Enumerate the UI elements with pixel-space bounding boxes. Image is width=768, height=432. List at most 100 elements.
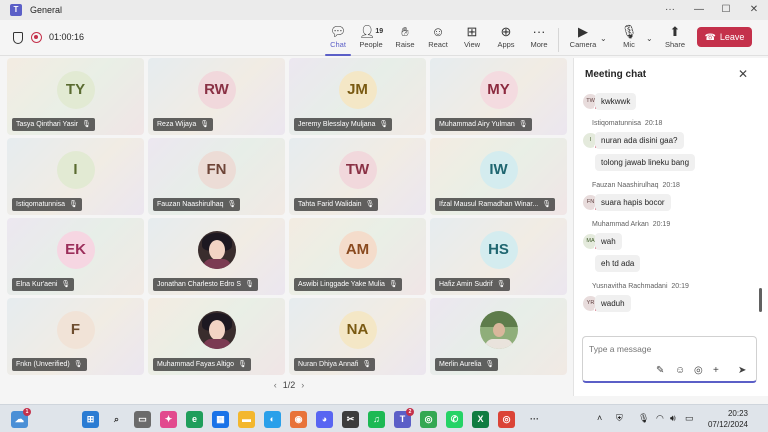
participant-avatar: MY [479, 71, 518, 109]
chat-title: Meeting chat [585, 69, 647, 80]
edge-icon[interactable]: e [186, 411, 203, 428]
attach-plus-icon[interactable]: + [713, 365, 719, 376]
chrome-profile-icon[interactable]: ◎ [498, 411, 515, 428]
participant-avatar: JM [338, 71, 377, 109]
mic-muted-icon: 🎙︎ [379, 121, 389, 128]
battery-icon[interactable]: ▭ [685, 413, 694, 424]
chrome-icon[interactable]: ◎ [420, 411, 437, 428]
camera-options-chevron-icon[interactable]: ⌄ [600, 34, 607, 43]
mic-muted-icon: 🎙︎ [227, 201, 237, 208]
send-icon[interactable]: ➤ [738, 365, 746, 376]
task-view-icon[interactable]: ▭ [134, 411, 151, 428]
participant-name-tag: Muhammad Fayas Altigo 🎙︎ [153, 358, 251, 371]
spotify-icon[interactable]: ♫ [368, 411, 385, 428]
participant-tile[interactable]: HS Hafiz Amin Sudrif 🎙︎ [430, 218, 567, 295]
mic-muted-icon: 🎙︎ [82, 121, 91, 128]
chat-scrollbar[interactable] [759, 288, 762, 312]
file-explorer-icon[interactable]: ▬ [238, 411, 255, 428]
widgets-icon[interactable]: ☁︎ 1 [11, 408, 31, 428]
mic-muted-icon: 🎙︎ [61, 281, 71, 288]
react-button[interactable]: ☺ React [421, 23, 455, 55]
participant-tile[interactable]: F Fnkn (Unverified) 🎙︎ [7, 298, 144, 375]
participant-name-tag: Tahta Farid Walidain 🎙︎ [294, 198, 379, 211]
phone-hangup-icon: ☎︎ [704, 32, 716, 42]
firefox-icon[interactable]: ◉ [290, 411, 307, 428]
format-icon[interactable]: ✎ [656, 365, 664, 376]
whatsapp-icon[interactable]: ✆ [446, 411, 463, 428]
participant-name: Jonathan Charlesto Edro S [157, 281, 242, 288]
participant-name: Reza Wijaya [157, 121, 197, 128]
participant-tile[interactable]: Merlin Aurelia 🎙︎ [430, 298, 567, 375]
chat-button[interactable]: 💬︎ Chat [321, 23, 355, 56]
teams-taskbar-icon[interactable]: T2 [394, 408, 414, 428]
participant-tile[interactable]: MY Muhammad Airy Yulman 🎙︎ [430, 58, 567, 135]
participant-tile[interactable]: Muhammad Fayas Altigo 🎙︎ [148, 298, 285, 375]
security-tray-icon[interactable]: ⛨ [616, 413, 623, 424]
maximize-button[interactable]: ☐ [712, 0, 740, 20]
participant-name-tag: Hafiz Amin Sudrif 🎙︎ [435, 278, 510, 291]
leave-button[interactable]: ☎︎ Leave [697, 27, 752, 47]
raise-hand-button[interactable]: ✋︎ Raise [388, 23, 422, 55]
participant-photo [479, 311, 518, 349]
snipping-tool-icon[interactable]: ✂ [342, 411, 359, 428]
close-chat-button[interactable]: ✕ [738, 67, 748, 81]
shield-icon [13, 32, 23, 44]
teams-icon: T [10, 4, 22, 16]
participant-name: Tahta Farid Walidain [298, 201, 362, 208]
participant-name-tag: Aswibi Linggade Yake Mulia 🎙︎ [294, 278, 402, 291]
excel-icon[interactable]: X [472, 411, 489, 428]
system-clock[interactable]: 20:23 07/12/2024 [700, 408, 748, 430]
view-button[interactable]: ⊞ View [455, 23, 489, 55]
mic-muted-tray-icon[interactable]: 🎙︎ [638, 413, 649, 424]
search-icon[interactable]: ⌕ [108, 411, 125, 428]
mic-button[interactable]: 🎙︎ Mic [612, 23, 646, 55]
emoji-icon[interactable]: ☺ [675, 365, 685, 376]
ellipsis-icon: ··· [532, 24, 546, 39]
participant-tile[interactable]: FN Fauzan Naashirulhaq 🎙︎ [148, 138, 285, 215]
next-page-button[interactable]: › [301, 380, 304, 390]
mic-off-icon: 🎙︎ [620, 24, 638, 39]
participant-avatar: TY [56, 71, 95, 109]
apps-button[interactable]: ⊕ Apps [489, 23, 523, 55]
browser-icon[interactable]: ◐ [264, 411, 281, 428]
participant-tile[interactable]: TY Tasya Qinthari Yasir 🎙︎ [7, 58, 144, 135]
message-input[interactable] [589, 341, 749, 357]
loop-icon[interactable]: ◎ [694, 365, 703, 376]
mic-options-chevron-icon[interactable]: ⌄ [646, 34, 653, 43]
more-button[interactable]: ··· More [522, 23, 556, 55]
participant-tile[interactable]: TW Tahta Farid Walidain 🎙︎ [289, 138, 426, 215]
start-icon[interactable]: ⊞ [82, 411, 99, 428]
participant-tile[interactable]: Jonathan Charlesto Edro S 🎙︎ [148, 218, 285, 295]
share-button[interactable]: ⬆︎ Share [658, 23, 692, 55]
participant-tile[interactable]: IW Ifzal Mausul Ramadhan Winar... 🎙︎ [430, 138, 567, 215]
participant-avatar: IW [479, 151, 518, 189]
mic-muted-icon: 🎙︎ [365, 201, 375, 208]
participant-name-tag: Elna Kur'aeni 🎙︎ [12, 278, 75, 291]
participant-tile[interactable]: EK Elna Kur'aeni 🎙︎ [7, 218, 144, 295]
participant-tile[interactable]: JM Jeremy Blesslay Muljana 🎙︎ [289, 58, 426, 135]
camera-button[interactable]: ▶︎ Camera [566, 23, 600, 55]
participant-tile[interactable]: NA Nuran Dhiya Annafi 🎙︎ [289, 298, 426, 375]
more-options-icon[interactable]: ··· [656, 0, 684, 20]
discord-icon[interactable]: ◕ [316, 411, 333, 428]
minimize-button[interactable]: — [685, 0, 713, 20]
participant-tile[interactable]: AM Aswibi Linggade Yake Mulia 🎙︎ [289, 218, 426, 295]
chevron-up-icon[interactable]: ˄ [597, 413, 602, 423]
copilot-icon[interactable]: ✦ [160, 411, 177, 428]
participant-avatar: RW [197, 71, 236, 109]
participant-name-tag: Muhammad Airy Yulman 🎙︎ [435, 118, 532, 131]
meeting-toolbar: 01:00:16 💬︎ Chat 👤︎19 People ✋︎ Raise ☺ … [0, 20, 768, 56]
participant-name: Merlin Aurelia [439, 361, 482, 368]
participant-tile[interactable]: RW Reza Wijaya 🎙︎ [148, 58, 285, 135]
meeting-timer: 01:00:16 [49, 32, 85, 42]
overflow-icon[interactable]: ··· [526, 411, 543, 428]
close-window-button[interactable]: ✕ [740, 0, 768, 20]
store-icon[interactable]: ▦ [212, 411, 229, 428]
wifi-icon[interactable]: ◠ [656, 413, 664, 424]
windows-taskbar: ☁︎ 1 ⊞ ⌕ ▭ ✦ e ▦ ▬ ◐ ◉ ◕ ✂ ♫ T2 ◎ ✆ X ◎ ·… [0, 404, 768, 432]
volume-icon[interactable]: 🔊︎ [670, 413, 676, 424]
participant-tile[interactable]: I Istiqomatunnisa 🎙︎ [7, 138, 144, 215]
people-button[interactable]: 👤︎19 People [354, 23, 388, 55]
previous-page-button[interactable]: ‹ [274, 380, 277, 390]
message-header: Muhammad Arkan 20:19 [592, 221, 671, 228]
